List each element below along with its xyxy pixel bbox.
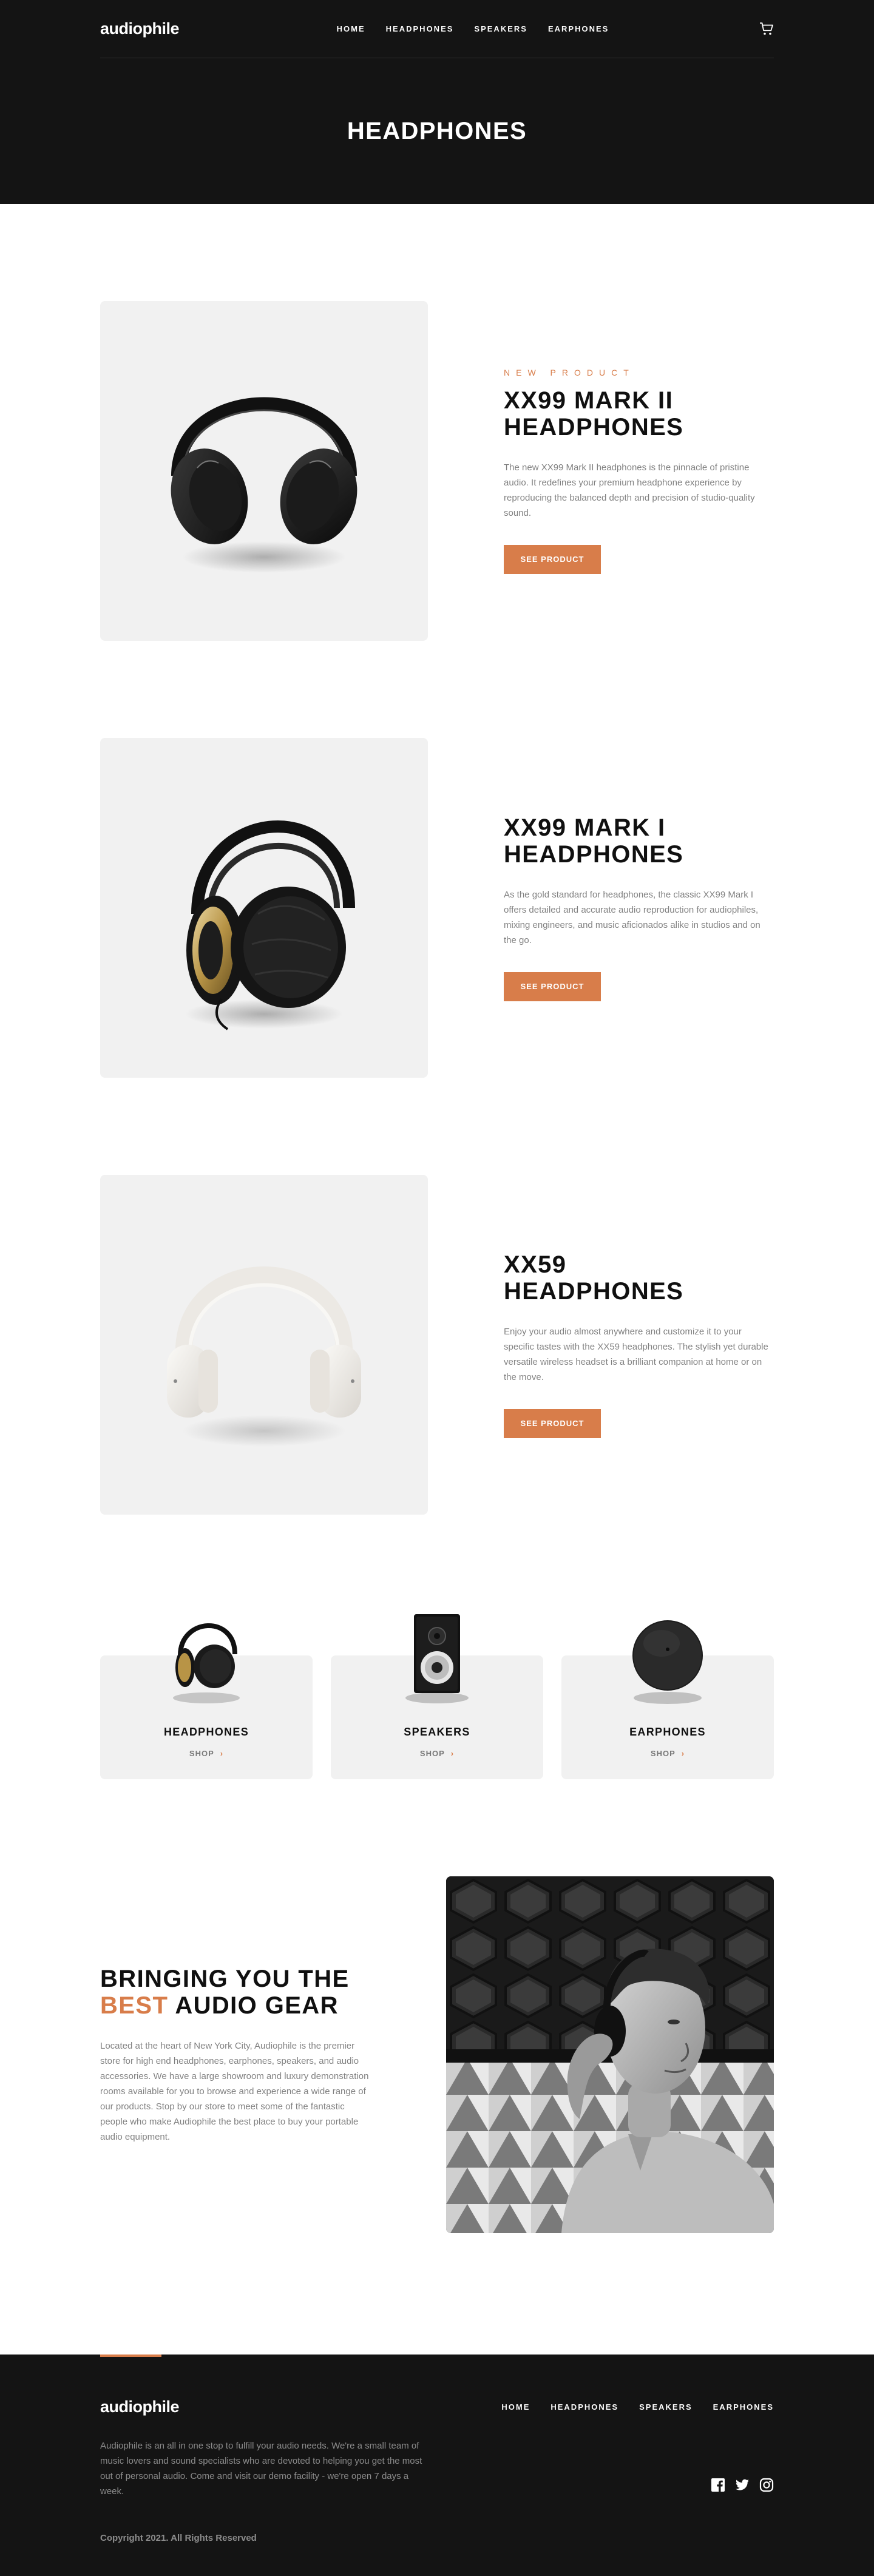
category-card-headphones[interactable]: HEADPHONES SHOP ›: [100, 1623, 313, 1779]
footer-link-headphones[interactable]: HEADPHONES: [550, 2402, 618, 2412]
chevron-right-icon: ›: [450, 1749, 455, 1758]
product-name: XX99 MARK I HEADPHONES: [504, 814, 684, 868]
category-title: EARPHONES: [629, 1726, 706, 1738]
footer-logo[interactable]: audiophile: [100, 2398, 180, 2416]
product-info: NEW PRODUCT XX99 MARK II HEADPHONES The …: [504, 368, 774, 574]
nav-link-earphones[interactable]: EARPHONES: [548, 24, 609, 33]
footer-description: Audiophile is an all in one stop to fulf…: [100, 2441, 422, 2497]
nav-link-home[interactable]: HOME: [337, 24, 365, 33]
shop-label: SHOP: [419, 1749, 445, 1758]
about-text: BRINGING YOU THE BEST AUDIO GEAR Located…: [100, 1966, 370, 2145]
facebook-icon[interactable]: [711, 2478, 725, 2492]
cart-icon[interactable]: [759, 22, 774, 36]
shop-label: SHOP: [650, 1749, 676, 1758]
category-title: SPEAKERS: [404, 1726, 470, 1738]
page-title: HEADPHONES: [347, 118, 527, 144]
about-title-line2: AUDIO GEAR: [175, 1992, 339, 2019]
product-card: XX99 MARK I HEADPHONES As the gold stand…: [100, 738, 774, 1078]
product-info: XX59 HEADPHONES Enjoy your audio almost …: [504, 1251, 774, 1438]
new-product-label: NEW PRODUCT: [504, 368, 635, 377]
product-name: XX99 MARK II HEADPHONES: [504, 387, 684, 441]
chevron-right-icon: ›: [220, 1749, 224, 1758]
headphones-xx59-image: [167, 1266, 361, 1447]
headphones-mark1-image: [185, 820, 355, 1030]
site-footer: audiophile HOME HEADPHONES SPEAKERS EARP…: [0, 2355, 874, 2576]
see-product-button[interactable]: SEE PRODUCT: [504, 972, 601, 1001]
product-name: XX59 HEADPHONES: [504, 1251, 684, 1305]
site-header: audiophile HOME HEADPHONES SPEAKERS EARP…: [0, 0, 874, 204]
product-card: XX59 HEADPHONES Enjoy your audio almost …: [100, 1175, 774, 1515]
footer-links: HOME HEADPHONES SPEAKERS EARPHONES: [501, 2402, 774, 2412]
nav-link-speakers[interactable]: SPEAKERS: [474, 24, 527, 33]
category-title: HEADPHONES: [163, 1726, 249, 1738]
brand-logo[interactable]: audiophile: [100, 19, 180, 38]
product-description: As the gold standard for headphones, the…: [504, 890, 761, 945]
chevron-right-icon: ›: [681, 1749, 685, 1758]
nav-links: HOME HEADPHONES SPEAKERS EARPHONES: [337, 24, 609, 33]
nav-link-headphones[interactable]: HEADPHONES: [386, 24, 454, 33]
instagram-icon[interactable]: [759, 2478, 774, 2492]
product-image: [100, 301, 428, 641]
footer-top: audiophile HOME HEADPHONES SPEAKERS EARP…: [100, 2355, 774, 2416]
shop-link[interactable]: SHOP ›: [331, 1749, 543, 1758]
product-description: The new XX99 Mark II headphones is the p…: [504, 462, 755, 518]
see-product-button[interactable]: SEE PRODUCT: [504, 545, 601, 574]
shop-link[interactable]: SHOP ›: [100, 1749, 313, 1758]
about-description: Located at the heart of New York City, A…: [100, 2040, 369, 2142]
top-nav: audiophile HOME HEADPHONES SPEAKERS EARP…: [100, 0, 774, 58]
about-title-accent: BEST: [100, 1992, 169, 2019]
about-section: BRINGING YOU THE BEST AUDIO GEAR Located…: [100, 1876, 774, 2233]
about-title-line1: BRINGING YOU THE: [100, 1965, 350, 1992]
category-card-speakers[interactable]: SPEAKERS SHOP ›: [331, 1614, 543, 1779]
copyright: Copyright 2021. All Rights Reserved: [100, 2533, 257, 2543]
product-image: [100, 738, 428, 1078]
see-product-button[interactable]: SEE PRODUCT: [504, 1409, 601, 1438]
footer-link-earphones[interactable]: EARPHONES: [713, 2402, 774, 2412]
social-links: [711, 2478, 774, 2492]
man-with-headphones-photo: [446, 1876, 774, 2233]
speakers-thumbnail: [388, 1607, 486, 1704]
footer-link-home[interactable]: HOME: [501, 2402, 530, 2412]
headphones-mark2-image: [171, 397, 357, 573]
product-info: XX99 MARK I HEADPHONES As the gold stand…: [504, 814, 774, 1001]
shop-label: SHOP: [189, 1749, 214, 1758]
product-image: [100, 1175, 428, 1515]
headphones-thumbnail: [158, 1607, 255, 1704]
footer-accent-bar: [100, 2355, 161, 2357]
shop-link[interactable]: SHOP ›: [561, 1749, 774, 1758]
earphones-thumbnail: [619, 1607, 716, 1704]
category-cards: HEADPHONES SHOP › SPEAKERS SHOP › EARPHO…: [100, 1614, 774, 1779]
twitter-icon[interactable]: [735, 2478, 750, 2492]
product-description: Enjoy your audio almost anywhere and cus…: [504, 1327, 768, 1382]
about-title: BRINGING YOU THE BEST AUDIO GEAR: [100, 1966, 370, 2019]
product-card: NEW PRODUCT XX99 MARK II HEADPHONES The …: [100, 301, 774, 641]
category-card-earphones[interactable]: EARPHONES SHOP ›: [561, 1620, 774, 1779]
footer-link-speakers[interactable]: SPEAKERS: [639, 2402, 693, 2412]
